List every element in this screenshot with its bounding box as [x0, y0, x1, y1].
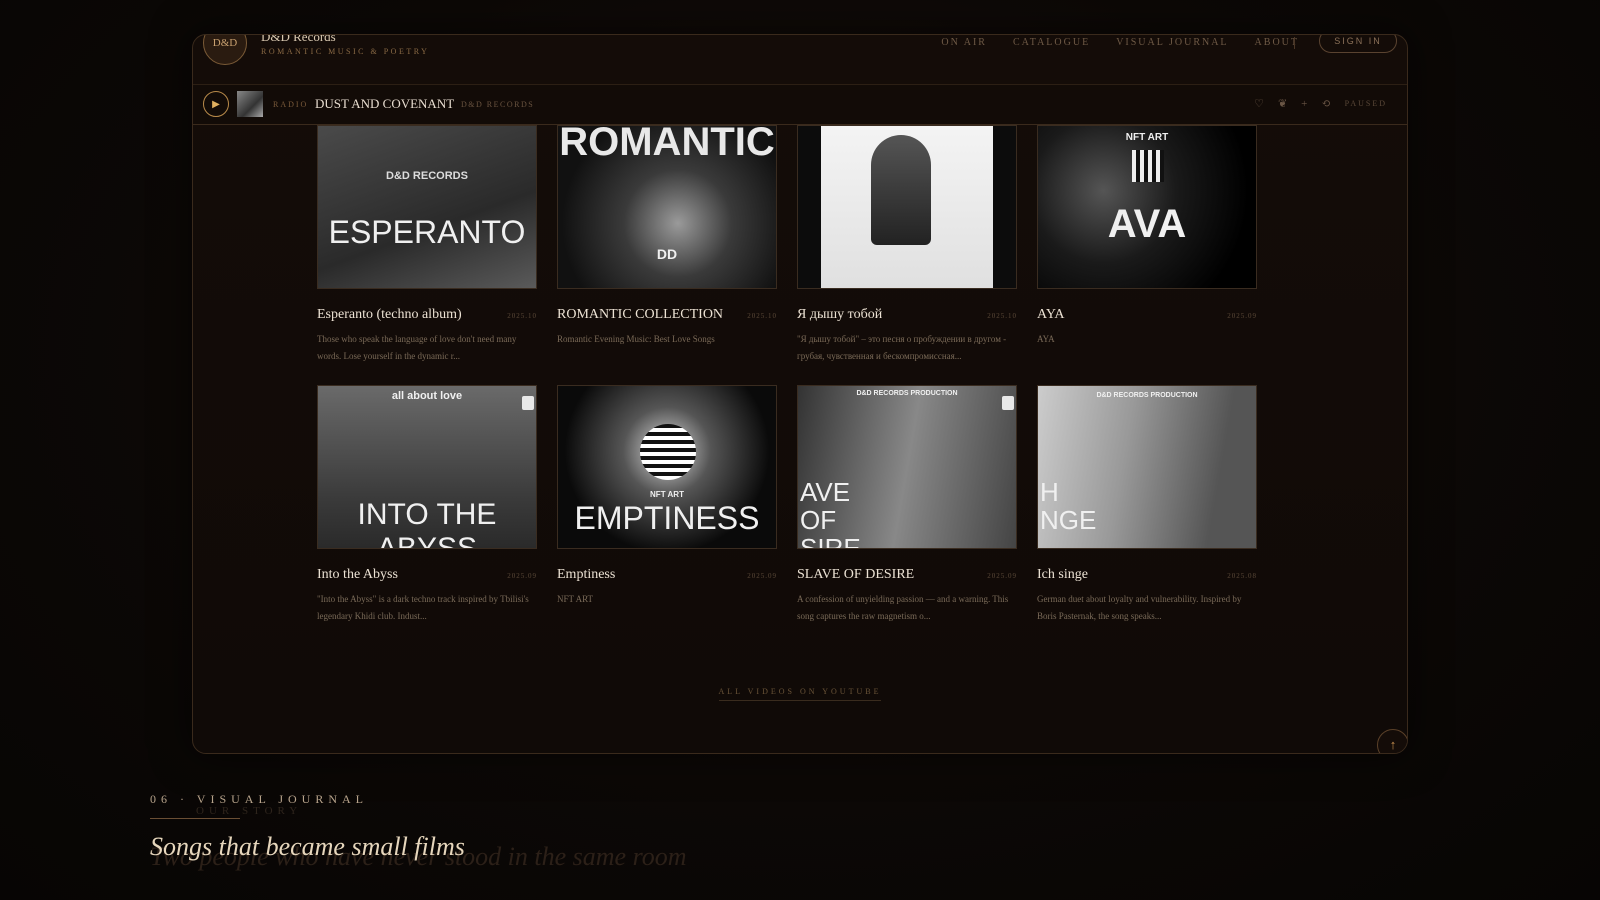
video-thumbnail[interactable]: D&D RECORDS PRODUCTION H NGE	[1037, 385, 1257, 549]
video-description: Those who speak the language of love don…	[317, 334, 517, 361]
back-to-top-button[interactable]: ↑	[1377, 729, 1407, 753]
video-date: 2025.10	[987, 312, 1017, 320]
video-thumbnail[interactable]: ROMANTIC DD	[557, 125, 777, 289]
logo[interactable]: D&D	[203, 35, 247, 65]
video-card[interactable]: Я дышу тобой 2025.10 "Я дышу тобой" – это…	[797, 125, 1017, 365]
heart-icon[interactable]: ♡	[1254, 97, 1264, 110]
player-status: PAUSED	[1344, 99, 1387, 108]
thumbnail-title: ROMANTIC	[559, 125, 775, 164]
video-title[interactable]: Я дышу тобой	[797, 307, 882, 323]
thumbnail-title: INTO THE ABYSS	[357, 498, 497, 549]
brand-name[interactable]: D&D Records	[261, 35, 336, 45]
all-videos-youtube-link[interactable]: ALL VIDEOS ON YOUTUBE	[718, 687, 882, 701]
nav-about[interactable]: ABOUT	[1255, 37, 1299, 48]
video-date: 2025.08	[1227, 572, 1257, 580]
thumbnail-sublabel: D&D RECORDS	[386, 170, 468, 182]
site-frame: D&D D&D Records ROMANTIC MUSIC & POETRY …	[192, 34, 1408, 754]
video-card[interactable]: NFT ART EMPTINESS Emptiness 2025.09 NFT A…	[557, 385, 777, 625]
thumbnail-sublabel: DD	[656, 246, 678, 262]
video-card[interactable]: NFT ART AVA AYA 2025.09 AYA	[1037, 125, 1257, 365]
video-thumbnail[interactable]	[797, 125, 1017, 289]
video-thumbnail[interactable]: NFT ART EMPTINESS	[557, 385, 777, 549]
video-date: 2025.10	[507, 312, 537, 320]
thumbnail-sublabel: D&D RECORDS PRODUCTION	[1096, 392, 1198, 399]
bird-icon[interactable]: ❦	[1278, 97, 1287, 110]
thumbnail-title: H NGE	[1040, 477, 1097, 535]
plus-icon[interactable]: +	[1301, 98, 1307, 110]
video-card[interactable]: D&D RECORDS PRODUCTION AVE OF SIRE SLAVE…	[797, 385, 1017, 625]
main-nav: ON AIR CATALOGUE VISUAL JOURNAL ABOUT	[941, 37, 1299, 48]
sign-in-button[interactable]: SIGN IN	[1319, 35, 1397, 53]
video-card[interactable]: D&D RECORDS ESPERANTO Esperanto (techno …	[317, 125, 537, 365]
qr-code-icon	[640, 424, 696, 480]
thumbnail-title: EMPTINESS	[574, 500, 760, 536]
radio-player: ▶ RADIO DUST AND COVENANT D&D RECORDS ♡ …	[193, 85, 1407, 125]
video-thumbnail[interactable]: NFT ART AVA	[1037, 125, 1257, 289]
video-thumbnail[interactable]: D&D RECORDS ESPERANTO	[317, 125, 537, 289]
section-heading: Songs that became small films	[150, 832, 465, 861]
thumbnail-photo	[821, 126, 993, 288]
video-date: 2025.09	[507, 572, 537, 580]
thumbnail-title: AVA	[1107, 202, 1187, 246]
logo-text: D&D	[212, 37, 238, 49]
player-controls: ♡ ❦ + ⟲ PAUSED	[1254, 97, 1387, 111]
video-date: 2025.09	[747, 572, 777, 580]
nav-catalogue[interactable]: CATALOGUE	[1013, 37, 1090, 48]
video-title[interactable]: ROMANTIC COLLECTION	[557, 307, 723, 323]
track-title: DUST AND COVENANT	[315, 96, 455, 111]
checkbox-icon	[1002, 396, 1014, 410]
thumbnail-sublabel: NFT ART	[650, 490, 684, 499]
video-card[interactable]: D&D RECORDS PRODUCTION H NGE Ich singe 20…	[1037, 385, 1257, 625]
video-title[interactable]: Esperanto (techno album)	[317, 307, 462, 323]
thumbnail-sublabel: all about love	[391, 390, 463, 402]
video-title[interactable]: Ich singe	[1037, 567, 1088, 583]
video-description: "Я дышу тобой" – это песня о пробуждении…	[797, 334, 1007, 361]
repeat-icon[interactable]: ⟲	[1321, 97, 1330, 110]
play-icon: ▶	[212, 98, 220, 110]
video-date: 2025.09	[1227, 312, 1257, 320]
video-card[interactable]: all about love INTO THE ABYSS Into the A…	[317, 385, 537, 625]
video-description: A confession of unyielding passion — and…	[797, 594, 1009, 621]
video-thumbnail[interactable]: all about love INTO THE ABYSS	[317, 385, 537, 549]
video-description: AYA	[1037, 334, 1055, 344]
youtube-link-container: ALL VIDEOS ON YOUTUBE	[193, 681, 1407, 701]
thumbnail-title: ESPERANTO	[328, 214, 526, 250]
thumbnail-sublabel: NFT ART	[1125, 132, 1169, 143]
nav-divider	[1294, 37, 1295, 49]
video-description: "Into the Abyss" is a dark techno track …	[317, 594, 529, 621]
video-date: 2025.09	[987, 572, 1017, 580]
qr-code-icon	[1132, 150, 1164, 182]
video-description: German duet about loyalty and vulnerabil…	[1037, 594, 1242, 621]
arrow-up-icon: ↑	[1389, 737, 1397, 752]
site-header: D&D D&D Records ROMANTIC MUSIC & POETRY …	[193, 35, 1407, 85]
video-date: 2025.10	[747, 312, 777, 320]
video-description: Romantic Evening Music: Best Love Songs	[557, 334, 715, 344]
video-title[interactable]: Emptiness	[557, 567, 615, 583]
thumbnail-title: AVE OF SIRE	[800, 477, 861, 549]
track-artist: D&D RECORDS	[461, 100, 535, 109]
nav-visual-journal[interactable]: VISUAL JOURNAL	[1116, 37, 1228, 48]
video-description: NFT ART	[557, 594, 594, 604]
play-button[interactable]: ▶	[203, 91, 229, 117]
video-thumbnail[interactable]: D&D RECORDS PRODUCTION AVE OF SIRE	[797, 385, 1017, 549]
video-title[interactable]: AYA	[1037, 307, 1065, 323]
video-card[interactable]: ROMANTIC DD ROMANTIC COLLECTION 2025.10 R…	[557, 125, 777, 365]
source-label: RADIO	[273, 100, 309, 109]
nav-on-air[interactable]: ON AIR	[941, 37, 987, 48]
checkbox-icon	[522, 396, 534, 410]
brand-tagline: ROMANTIC MUSIC & POETRY	[261, 47, 430, 56]
track-thumbnail	[237, 91, 263, 117]
section-label: 06 · VISUAL JOURNAL	[150, 792, 368, 806]
thumbnail-sublabel: D&D RECORDS PRODUCTION	[856, 390, 958, 397]
section-divider	[150, 818, 240, 819]
video-title[interactable]: SLAVE OF DESIRE	[797, 567, 914, 583]
video-title[interactable]: Into the Abyss	[317, 567, 398, 583]
